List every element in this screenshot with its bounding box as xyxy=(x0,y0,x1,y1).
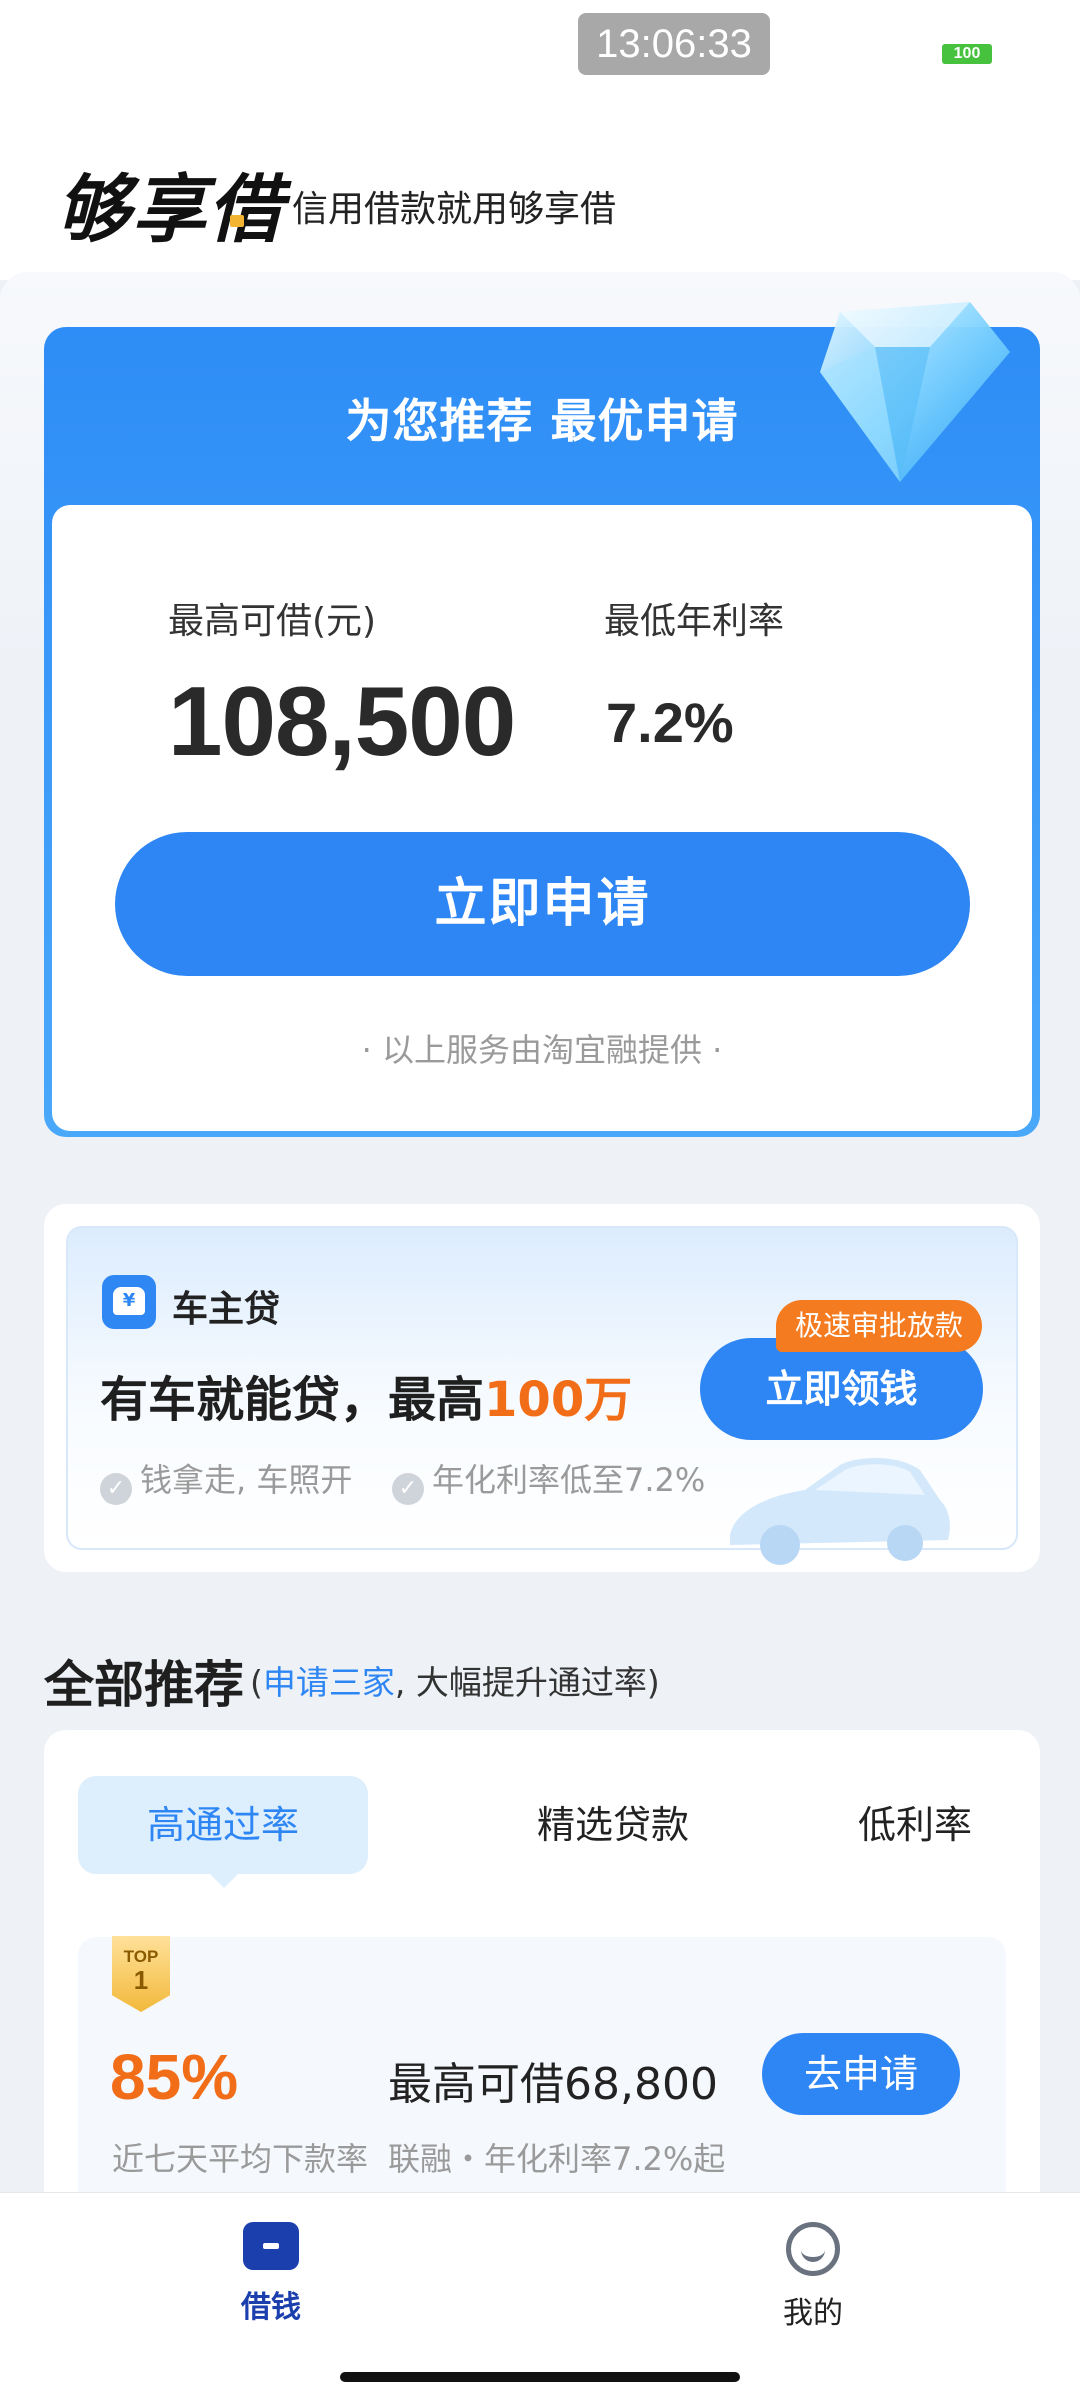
yuan-icon: ¥ xyxy=(113,1287,145,1315)
tab-pointer xyxy=(208,1872,240,1888)
nav-item-label: 借钱 xyxy=(241,2290,301,2325)
section-title: 全部推荐 xyxy=(44,1656,244,1714)
section-subtitle-rest: , 大幅提升通过率) xyxy=(394,1663,660,1702)
nav-item-label: 我的 xyxy=(783,2296,843,2331)
nav-item-mine[interactable]: 我的 xyxy=(713,2222,913,2332)
bottom-nav xyxy=(0,2192,1080,2400)
status-time: 13:06:33 xyxy=(578,13,770,75)
loan-max-amount: 最高可借68,800 xyxy=(388,2059,718,2110)
check-icon: ✓ xyxy=(392,1473,424,1505)
provider-note: · 以上服务由淘宜融提供 · xyxy=(361,1031,723,1069)
top-rank-label: TOP xyxy=(123,1947,159,1966)
car-loan-headline-amount: 100万 xyxy=(484,1372,633,1428)
section-subtitle-open: ( xyxy=(250,1663,263,1702)
car-loan-feature-1: ✓ 钱拿走, 车照开 xyxy=(100,1455,352,1505)
tab-low-rate[interactable]: 低利率 xyxy=(830,1776,1000,1874)
wallet-icon xyxy=(243,2222,299,2270)
apply-now-button[interactable]: 立即申请 xyxy=(115,832,970,976)
max-amount-label: 最高可借(元) xyxy=(168,601,377,642)
car-loan-headline: 有车就能贷，最高100万 xyxy=(100,1360,632,1430)
fast-approval-badge: 极速审批放款 xyxy=(776,1300,982,1352)
top-rank-number: 1 xyxy=(133,1965,149,1995)
brand-logo: 够享借 xyxy=(56,167,284,253)
home-indicator[interactable] xyxy=(340,2372,740,2382)
section-subtitle-highlight: 申请三家 xyxy=(262,1663,395,1702)
min-rate-label: 最低年利率 xyxy=(604,601,785,642)
max-amount-value: 108,500 xyxy=(168,666,516,776)
min-rate-value: 7.2% xyxy=(606,691,734,754)
section-subtitle: (申请三家, 大幅提升通过率) xyxy=(250,1656,660,1704)
car-loan-claim-button[interactable]: 立即领钱 xyxy=(700,1338,983,1440)
pass-rate-value: 85% xyxy=(110,2041,239,2113)
car-loan-headline-prefix: 有车就能贷，最高 xyxy=(100,1372,485,1428)
tab-selected-loans[interactable]: 精选贷款 xyxy=(488,1776,738,1874)
battery-icon: 100 xyxy=(942,44,992,64)
diamond-icon xyxy=(820,302,1010,482)
check-icon: ✓ xyxy=(100,1473,132,1505)
car-loan-feature-2: ✓ 年化利率低至7.2% xyxy=(392,1455,705,1505)
pass-rate-desc: 近七天平均下款率 xyxy=(112,2140,369,2178)
car-icon xyxy=(730,1458,950,1565)
tab-high-pass-rate[interactable]: 高通过率 xyxy=(78,1776,368,1874)
go-apply-button[interactable]: 去申请 xyxy=(762,2033,960,2115)
loan-desc: 联融・年化利率7.2%起 xyxy=(388,2140,726,2178)
nav-item-borrow[interactable]: 借钱 xyxy=(171,2222,371,2326)
brand-logo-accent xyxy=(230,215,244,227)
status-bar xyxy=(0,0,1080,90)
car-loan-feature-2-text: 年化利率低至7.2% xyxy=(432,1461,706,1499)
smiley-icon xyxy=(786,2222,840,2276)
car-loan-feature-1-text: 钱拿走, 车照开 xyxy=(140,1461,353,1499)
brand-slogan: 信用借款就用够享借 xyxy=(292,189,617,230)
car-loan-name: 车主贷 xyxy=(172,1289,281,1330)
